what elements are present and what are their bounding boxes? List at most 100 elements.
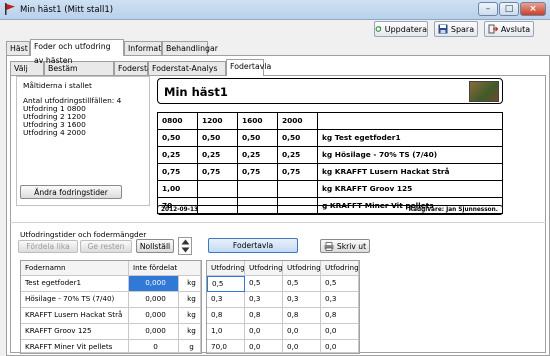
- tab-horse[interactable]: Häst: [6, 41, 30, 56]
- undistributed-cell[interactable]: 0,000: [129, 276, 179, 292]
- undistributed-cell[interactable]: 0: [129, 340, 179, 353]
- title-bar: Min häst1 (Mitt stall1) – □ ×: [0, 0, 550, 20]
- tab-information[interactable]: Information: [124, 41, 173, 56]
- feeding-amount-cell[interactable]: 0,0: [283, 340, 321, 353]
- unit-cell: kg: [179, 276, 201, 292]
- horse-photo: [469, 81, 499, 102]
- print-label: Skriv ut: [336, 241, 367, 251]
- report-feed-desc: kg Hösilage - 70% TS (7/40): [317, 146, 503, 163]
- distribute-evenly-button[interactable]: Fördela lika: [18, 240, 78, 253]
- feeding-amount-cell[interactable]: 0,3: [321, 292, 359, 308]
- report-horse-name: Min häst1: [164, 85, 228, 99]
- order-spinner[interactable]: [178, 237, 192, 255]
- feed-board-button[interactable]: Fodertavla: [208, 238, 298, 253]
- undistributed-cell[interactable]: 0,000: [129, 292, 179, 308]
- printer-icon: [324, 241, 334, 251]
- feeding-amount-cell[interactable]: 0,8: [245, 308, 283, 324]
- feeding-amount-cell[interactable]: 0,5: [321, 276, 359, 292]
- unit-cell: kg: [179, 324, 201, 340]
- report-cell: [277, 180, 317, 197]
- report-desc-header: [317, 112, 503, 129]
- feeding-amount-cell[interactable]: 0,5: [245, 276, 283, 292]
- change-feeding-times-button[interactable]: Ändra fodringstider: [20, 185, 122, 199]
- up-arrow-icon: [181, 239, 190, 245]
- feeding-amount-cell[interactable]: 0,0: [245, 340, 283, 353]
- col-header-undistributed: Inte fördelat: [129, 261, 201, 276]
- report-cell: 0,75: [197, 163, 237, 180]
- down-arrow-icon: [181, 247, 190, 253]
- meals-title: Måltiderna i stallet: [23, 81, 92, 90]
- feeding-amount-cell[interactable]: 0,0: [321, 340, 359, 353]
- feeding-amount-cell[interactable]: 0,3: [207, 292, 245, 308]
- feed-name-cell: Test egetfoder1: [21, 276, 129, 292]
- close-window-button[interactable]: ×: [520, 2, 546, 16]
- report-cell: 0,75: [237, 163, 277, 180]
- update-label: Uppdatera: [384, 24, 427, 34]
- report-cell: 0,75: [277, 163, 317, 180]
- feeding-amount-cell[interactable]: 0,0: [321, 324, 359, 340]
- report-cell: 0,25: [157, 146, 197, 163]
- reset-zero-button[interactable]: Nollställ: [136, 239, 174, 253]
- tab-treatments[interactable]: Behandlingar: [162, 41, 218, 56]
- report-table: 0800 1200 1600 2000 0,50 0,50 0,50 0,50 …: [157, 112, 503, 214]
- quit-label: Avsluta: [500, 24, 531, 34]
- report-cell: [197, 180, 237, 197]
- feeding-time-4: Utfodring 4 2000: [23, 128, 86, 137]
- print-button[interactable]: Skriv ut: [320, 239, 370, 253]
- maximize-button[interactable]: □: [499, 2, 519, 16]
- report-advisor: Rådgivare: Jan Sjunnesson.: [408, 207, 498, 213]
- update-button[interactable]: Uppdatera: [374, 21, 428, 37]
- feeding-amount-cell[interactable]: 70,0: [207, 340, 245, 353]
- feeding-amount-cell[interactable]: 0,5: [283, 276, 321, 292]
- unit-cell: g: [179, 340, 201, 353]
- minimize-button[interactable]: –: [478, 2, 498, 16]
- report-time-header: 1600: [237, 112, 277, 129]
- report-cell: 0,50: [157, 129, 197, 146]
- feeding-amount-cell[interactable]: 0,0: [283, 324, 321, 340]
- col-header-feeding: Utfodring1: [207, 261, 245, 276]
- feeding-amount-cell[interactable]: 0,3: [245, 292, 283, 308]
- feeding-amount-cell[interactable]: 1,0: [207, 324, 245, 340]
- report-time-header: 2000: [277, 112, 317, 129]
- feeding-amount-cell[interactable]: 0,0: [245, 324, 283, 340]
- floppy-disk-icon: [438, 24, 448, 34]
- quit-button[interactable]: Avsluta: [484, 21, 534, 37]
- section-divider: [10, 222, 546, 223]
- report-feed-desc: kg KRAFFT Groov 125: [317, 180, 503, 197]
- refresh-icon: [375, 25, 382, 32]
- feed-name-cell: KRAFFT Miner Vit pellets: [21, 340, 129, 353]
- feeding-amount-cell[interactable]: 0,8: [283, 308, 321, 324]
- subtab-analysis[interactable]: Foderstat-Analys och hjälp: [148, 61, 226, 87]
- give-rest-button[interactable]: Ge resten: [80, 240, 132, 253]
- report-time-header: 0800: [157, 112, 197, 129]
- subtab-feed-board[interactable]: Fodertavla: [226, 59, 271, 76]
- exit-icon: [488, 24, 498, 34]
- report-cell: 0,50: [237, 129, 277, 146]
- report-cell: 0,50: [197, 129, 237, 146]
- unit-cell: kg: [179, 292, 201, 308]
- window-title: Min häst1 (Mitt stall1): [20, 5, 114, 15]
- col-header-feed-name: Fodernamn: [21, 261, 129, 276]
- lower-section-title: Utfodringstider och fodermängder: [20, 230, 147, 239]
- report-date: 2012-09-13: [161, 207, 199, 213]
- feed-name-cell: KRAFFT Groov 125: [21, 324, 129, 340]
- report-footer: 2012-09-13 Rådgivare: Jan Sjunnesson.: [157, 205, 503, 215]
- feeding-amount-cell[interactable]: 0,8: [321, 308, 359, 324]
- feeding-amount-cell[interactable]: 0,5: [207, 276, 245, 292]
- report-cell: 0,50: [277, 129, 317, 146]
- report-cell: 0,75: [157, 163, 197, 180]
- undistributed-cell[interactable]: 0,000: [129, 308, 179, 324]
- undistributed-cell[interactable]: 0,000: [129, 324, 179, 340]
- unit-cell: kg: [179, 308, 201, 324]
- save-button[interactable]: Spara: [434, 21, 478, 37]
- feeding-amount-cell[interactable]: 0,8: [207, 308, 245, 324]
- report-cell: 0,25: [277, 146, 317, 163]
- feeding-amount-cell[interactable]: 0,3: [283, 292, 321, 308]
- tab-feed[interactable]: Foder och utfodring av hästen: [30, 39, 124, 65]
- report-cell: [237, 180, 277, 197]
- report-cell: 1,00: [157, 180, 197, 197]
- subtab-feed-ration[interactable]: Foderstat: [114, 61, 155, 76]
- report-header: Min häst1: [157, 78, 503, 104]
- report-time-header: 1200: [197, 112, 237, 129]
- app-flag-icon: [5, 3, 15, 15]
